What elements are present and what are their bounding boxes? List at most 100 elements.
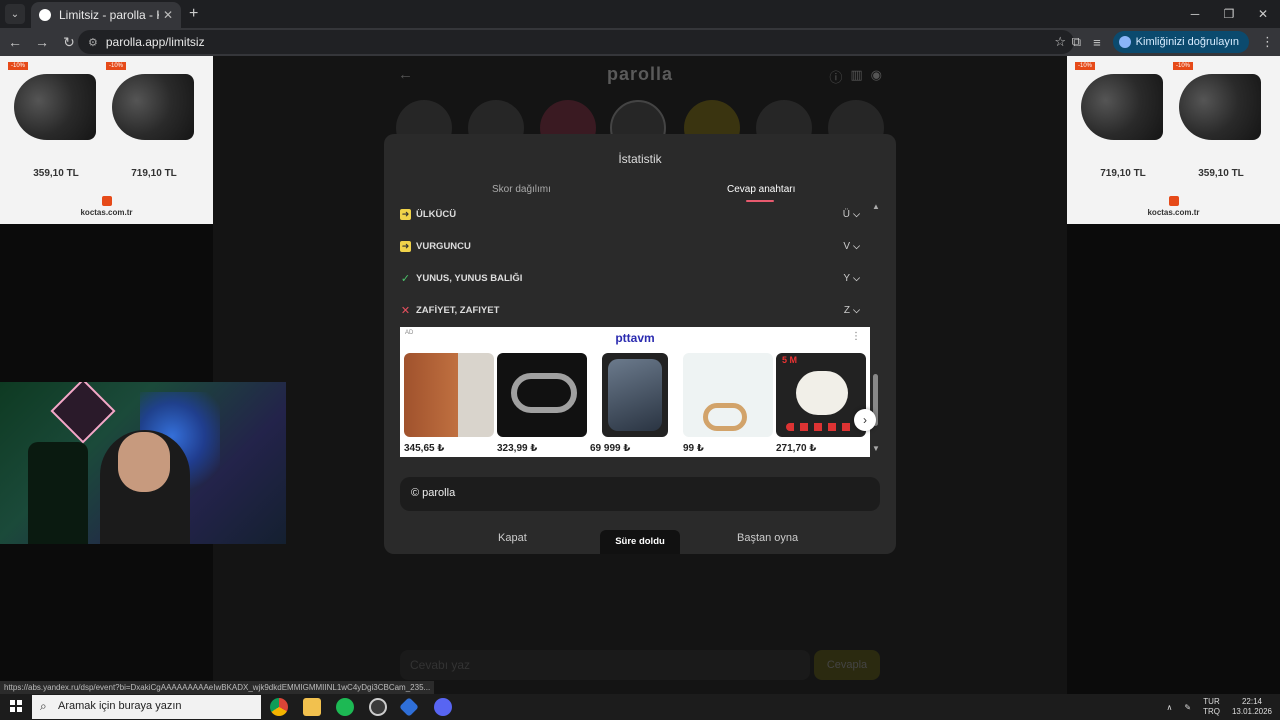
tab-bar: ⌄ Limitsiz - parolla - Kelime oyunu ✕ + …	[0, 0, 1280, 28]
game-header: ← parolla ⓘ ▥ ◉	[390, 62, 890, 92]
ad-product-image[interactable]: -10%	[1173, 62, 1265, 154]
ad-price: 359,10 TL	[1198, 168, 1244, 179]
koctas-logo-icon	[1168, 196, 1179, 206]
taskbar-search[interactable]: ⌕ Aramak için buraya yazın	[32, 695, 261, 719]
ad-price: 719,10 TL	[1100, 168, 1146, 179]
search-icon: ⌕	[40, 699, 47, 713]
ad-product-image[interactable]: -10%	[1075, 62, 1167, 154]
system-tray: ∧ ✎ TUR TRQ 22:14 13.01.2026	[1167, 694, 1273, 720]
discount-badge: -10%	[1173, 62, 1194, 70]
chevron-down-icon[interactable]: ⌵	[853, 305, 860, 316]
tab-score-distribution[interactable]: Skor dağılımı	[492, 184, 551, 195]
left-side-ad[interactable]: -10% -10% 359,10 TL 719,10 TL koctas.com…	[0, 56, 213, 224]
answer-input[interactable]: Cevabı yaz	[400, 650, 810, 680]
close-window-button[interactable]: ✕	[1246, 0, 1280, 28]
window-controls: ─ ❐ ✕	[1178, 0, 1280, 28]
menu-kebab-icon[interactable]: ⋮	[1261, 34, 1274, 50]
tab-answer-key[interactable]: Cevap anahtarı	[727, 184, 795, 195]
answer-row[interactable]: ✓ YUNUS, YUNUS BALIĞI Y ⌵	[400, 268, 860, 288]
ad-price: 69 999 ₺	[590, 443, 631, 454]
koctas-logo-icon	[101, 196, 112, 206]
ad-product-image[interactable]: -10%	[106, 62, 198, 154]
correct-check-icon: ✓	[400, 272, 411, 285]
profile-label: Kimliğinizi doğrulayın	[1135, 36, 1239, 48]
chevron-down-icon[interactable]: ⌵	[853, 241, 860, 252]
stats-icon[interactable]: ▥	[850, 67, 862, 86]
discount-badge: -10%	[1075, 62, 1096, 70]
chrome-icon[interactable]	[270, 698, 288, 716]
language-indicator[interactable]: TUR TRQ	[1203, 697, 1220, 717]
ad-product-phone[interactable]	[602, 353, 668, 437]
ad-brand: koctas.com.tr	[0, 196, 213, 217]
ad-options-icon[interactable]: ⋮	[851, 331, 861, 342]
ad-product-tape[interactable]	[497, 353, 587, 437]
scroll-down-arrow-icon[interactable]: ▼	[872, 444, 880, 453]
discord-icon[interactable]	[434, 698, 452, 716]
pttavm-ad[interactable]: AD pttavm ⋮ 5 M 345,65 ₺ 323,99 ₺ 69 999…	[400, 327, 876, 457]
bookmark-star-icon[interactable]: ☆	[1054, 34, 1066, 50]
gaming-chair	[28, 442, 88, 544]
ad-product-seal[interactable]	[683, 353, 773, 437]
status-bar-url: https://abs.yandex.ru/dsp/event?bi=Dxaki…	[0, 681, 435, 695]
ad-next-arrow-icon[interactable]: ›	[854, 409, 876, 431]
media-icon[interactable]: ≡	[1093, 35, 1101, 50]
browser-tab[interactable]: Limitsiz - parolla - Kelime oyunu ✕	[31, 2, 181, 28]
file-explorer-icon[interactable]	[303, 698, 321, 716]
info-icon[interactable]: ⓘ	[829, 67, 842, 86]
modal-title: İstatistik	[618, 152, 662, 166]
webcam-overlay	[0, 382, 286, 544]
profile-avatar-icon	[1118, 36, 1131, 48]
ad-price: 323,99 ₺	[497, 443, 538, 454]
spotify-icon[interactable]	[336, 698, 354, 716]
user-icon[interactable]: ◉	[871, 67, 882, 86]
close-tab-icon[interactable]: ✕	[163, 8, 173, 22]
ad-price: 99 ₺	[683, 443, 704, 454]
new-tab-button[interactable]: +	[189, 5, 198, 23]
answer-row[interactable]: ➜ ÜLKÜCÜ Ü ⌵	[400, 204, 860, 224]
close-button[interactable]: Kapat	[498, 532, 527, 544]
back-button[interactable]: ←	[3, 34, 27, 50]
extensions-icon[interactable]: ⧉	[1072, 34, 1081, 50]
ad-brand-logo[interactable]: pttavm	[400, 331, 870, 345]
answer-letter: V	[843, 240, 850, 252]
scroll-up-arrow-icon[interactable]: ▲	[872, 202, 880, 211]
tab-search-button[interactable]: ⌄	[5, 4, 25, 24]
app-icon[interactable]	[399, 697, 419, 717]
clock[interactable]: 22:14 13.01.2026	[1232, 697, 1272, 717]
ad-product-door-strip[interactable]	[404, 353, 494, 437]
minimize-button[interactable]: ─	[1178, 0, 1212, 28]
time-up-badge: Süre doldu	[600, 530, 680, 554]
answer-letter: Y	[843, 272, 850, 284]
answer-row[interactable]: ✕ ZAFİYET, ZAFIYET Z ⌵	[400, 300, 860, 320]
chevron-down-icon[interactable]: ⌵	[853, 273, 860, 284]
obs-icon[interactable]	[369, 698, 387, 716]
tray-chevron-icon[interactable]: ∧	[1167, 703, 1173, 712]
answer-word: YUNUS, YUNUS BALIĞI	[416, 272, 523, 284]
profile-button[interactable]: Kimliğinizi doğrulayın	[1112, 31, 1249, 53]
ad-product-image[interactable]: -10%	[8, 62, 100, 154]
statistics-modal: İstatistik Skor dağılımı Cevap anahtarı …	[384, 134, 896, 554]
wrong-cross-icon: ✕	[400, 304, 411, 317]
pass-arrow-icon: ➜	[400, 208, 411, 220]
forward-button[interactable]: →	[30, 34, 54, 50]
restart-button[interactable]: Baştan oyna	[737, 532, 798, 544]
pen-icon[interactable]: ✎	[1184, 703, 1191, 712]
restore-button[interactable]: ❐	[1212, 0, 1246, 28]
right-side-ad[interactable]: -10% -10% 719,10 TL 359,10 TL koctas.com…	[1067, 56, 1280, 224]
windows-start-icon[interactable]	[10, 700, 22, 712]
answer-submit-button[interactable]: Cevapla	[814, 650, 880, 680]
address-bar[interactable]: ⚙ parolla.app/limitsiz ☆	[78, 30, 1074, 54]
game-logo: parolla	[606, 64, 674, 84]
site-info-icon[interactable]: ⚙	[88, 36, 98, 49]
discount-badge: -10%	[106, 62, 127, 70]
chevron-down-icon[interactable]: ⌵	[853, 209, 860, 220]
pass-arrow-icon: ➜	[400, 240, 411, 252]
answer-row[interactable]: ➜ VURGUNCU V ⌵	[400, 236, 860, 256]
ad-product-foam-roll[interactable]: 5 M	[776, 353, 866, 437]
parolla-favicon-icon	[39, 9, 51, 21]
active-tab-indicator	[746, 200, 774, 202]
ad-price: 345,65 ₺	[404, 443, 445, 454]
neon-sign	[50, 382, 116, 444]
search-placeholder: Aramak için buraya yazın	[58, 700, 182, 712]
copyright-bar[interactable]: © parolla	[400, 477, 880, 511]
